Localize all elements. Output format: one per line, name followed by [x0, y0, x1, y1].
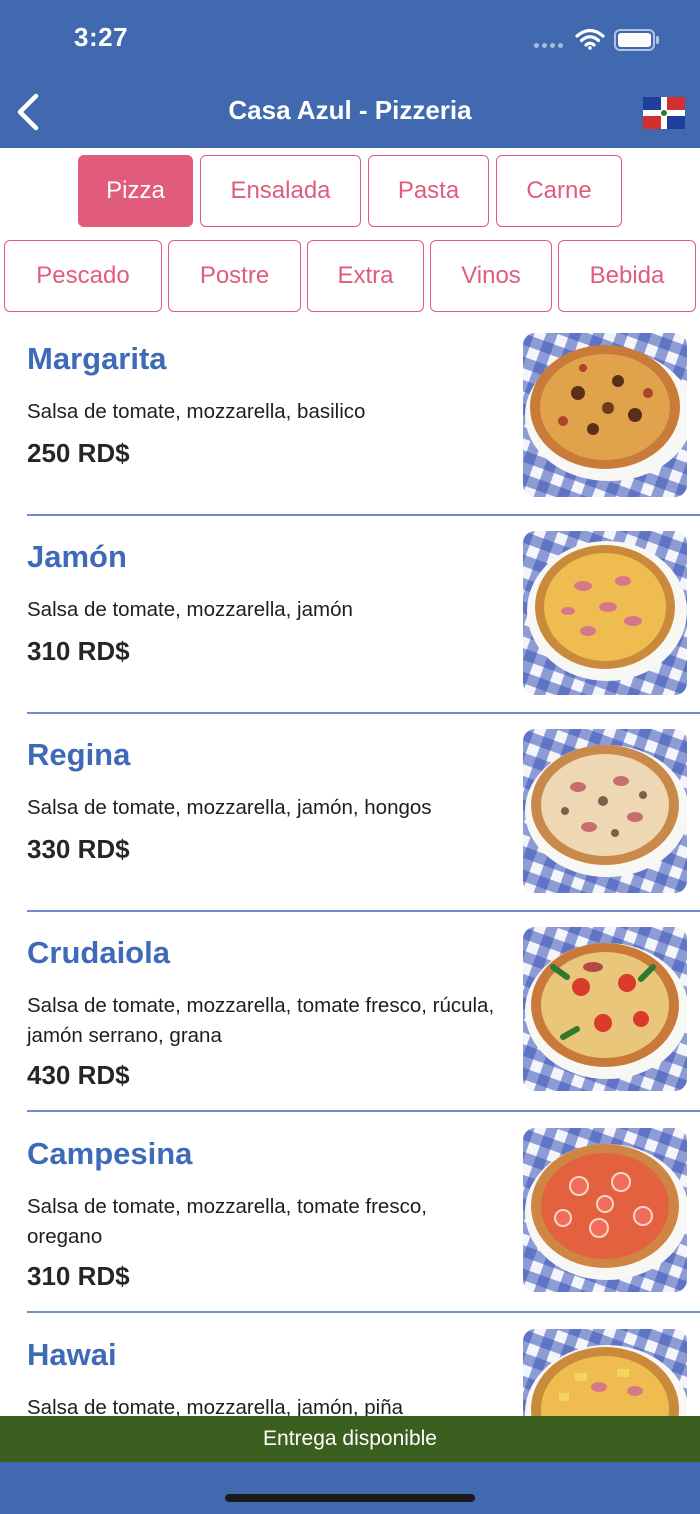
item-description: Salsa de tomate, mozzarella, jamón: [27, 598, 353, 621]
delivery-status-bar: Entrega disponible: [0, 1416, 700, 1462]
tab-carne[interactable]: Carne: [496, 155, 622, 227]
item-name: Hawai: [27, 1337, 117, 1372]
item-price: 310 RD$: [27, 1261, 130, 1291]
tab-pescado[interactable]: Pescado: [4, 240, 162, 312]
tab-pasta[interactable]: Pasta: [368, 155, 489, 227]
tab-bebida[interactable]: Bebida: [558, 240, 696, 312]
cellular-signal-icon: [534, 43, 568, 49]
app-header: 3:27 Casa Azul - Pizzeria: [0, 0, 700, 148]
item-description: Salsa de tomate, mozzarella, jamón, hong…: [27, 796, 432, 819]
pizza-photo: [523, 333, 687, 497]
pizza-photo: [523, 531, 687, 695]
item-price: 250 RD$: [27, 438, 130, 468]
bottom-bar: [0, 1462, 700, 1514]
item-price: 310 RD$: [27, 636, 130, 666]
home-indicator[interactable]: [225, 1494, 475, 1502]
dominican-republic-flag-icon[interactable]: [643, 97, 685, 129]
wifi-icon: [575, 28, 605, 50]
item-name: Regina: [27, 737, 131, 772]
pizza-photo: [523, 729, 687, 893]
pizza-photo: [523, 927, 687, 1091]
divider: [27, 712, 700, 714]
item-name: Jamón: [27, 539, 127, 574]
item-description: Salsa de tomate, mozzarella, basilico: [27, 400, 366, 423]
pizza-photo: [523, 1329, 687, 1416]
item-price: 330 RD$: [27, 834, 130, 864]
tab-extra[interactable]: Extra: [307, 240, 424, 312]
tab-postre[interactable]: Postre: [168, 240, 301, 312]
status-time: 3:27: [74, 22, 129, 52]
back-button[interactable]: [8, 90, 48, 134]
divider: [27, 1311, 700, 1313]
tab-vinos[interactable]: Vinos: [430, 240, 552, 312]
item-price: 430 RD$: [27, 1060, 130, 1090]
divider: [27, 514, 700, 516]
item-description: Salsa de tomate, mozzarella, tomate fres…: [27, 1195, 427, 1248]
tab-pizza[interactable]: Pizza: [78, 155, 193, 227]
divider: [27, 1110, 700, 1112]
item-description: Salsa de tomate, mozzarella, tomate fres…: [27, 994, 495, 1047]
tab-ensalada[interactable]: Ensalada: [200, 155, 361, 227]
pizza-photo: [523, 1128, 687, 1292]
chevron-left-icon: [17, 93, 39, 131]
item-name: Margarita: [27, 341, 167, 376]
item-name: Crudaiola: [27, 935, 170, 970]
item-name: Campesina: [27, 1136, 193, 1171]
divider: [27, 910, 700, 912]
page-title: Casa Azul - Pizzeria: [228, 95, 472, 125]
battery-icon: [614, 29, 659, 51]
